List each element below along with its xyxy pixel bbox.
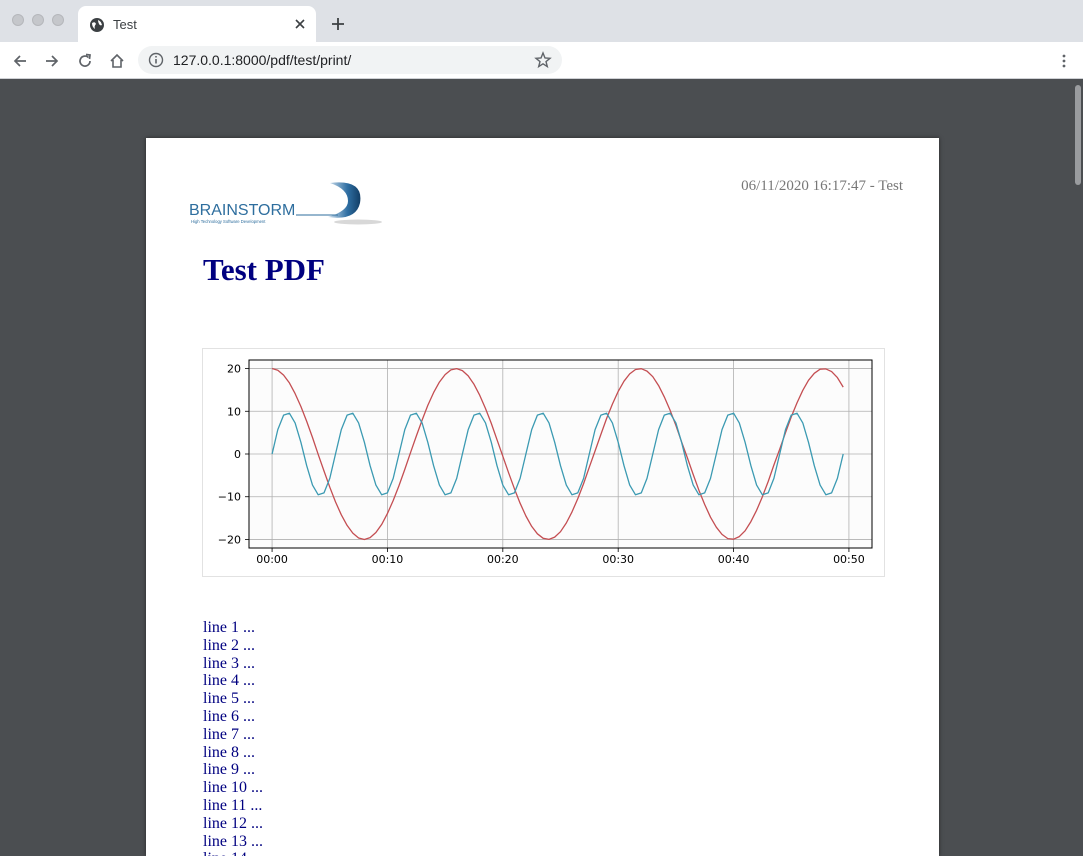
tab-strip: Test	[0, 0, 1083, 42]
text-line: line 9 ...	[203, 761, 255, 779]
window-close-button[interactable]	[12, 14, 24, 26]
y-tick-label: −10	[218, 491, 241, 504]
x-tick-label: 00:40	[718, 553, 750, 566]
text-line: line 13 ...	[203, 832, 263, 850]
text-line: line 14 ...	[203, 850, 263, 856]
address-bar[interactable]: 127.0.0.1:8000/pdf/test/print/	[138, 46, 562, 74]
new-tab-icon[interactable]	[330, 16, 346, 32]
browser-toolbar: 127.0.0.1:8000/pdf/test/print/	[0, 42, 1083, 79]
brainstorm-logo: BRAINSTORM High Technology Software Deve…	[189, 182, 382, 225]
forward-arrow-icon[interactable]	[43, 52, 61, 70]
logo-wordmark: BRAINSTORM	[189, 202, 295, 219]
text-line: line 5 ...	[203, 690, 255, 708]
line-chart: 00:00 00:10 00:20 00:30 00:40 00:50 20 10 0 −10 −2…	[218, 359, 873, 566]
text-lines: line 1 ... line 2 ... line 3 ... line 4 ...…	[203, 619, 263, 856]
tab-title: Test	[113, 17, 137, 32]
scrollbar[interactable]	[1072, 79, 1083, 856]
y-tick-label: 0	[234, 448, 241, 461]
more-menu-icon[interactable]	[1056, 52, 1072, 70]
text-line: line 7 ...	[203, 725, 255, 743]
pdf-page: BRAINSTORM High Technology Software Deve…	[146, 138, 939, 856]
document-timestamp: 06/11/2020 16:17:47 - Test	[741, 178, 903, 194]
scrollbar-thumb[interactable]	[1075, 85, 1081, 185]
text-line: line 10 ...	[203, 779, 263, 797]
bookmark-star-icon[interactable]	[534, 51, 552, 69]
logo-tagline: High Technology Software Development	[191, 219, 266, 224]
chart-container: 00:00 00:10 00:20 00:30 00:40 00:50 20 10 0 −10 −2…	[202, 348, 885, 577]
text-line: line 4 ...	[203, 672, 255, 690]
text-line: line 1 ...	[203, 619, 255, 636]
page-title: Test PDF	[203, 252, 325, 287]
browser-tab[interactable]: Test	[78, 6, 316, 42]
x-tick-label: 00:50	[833, 553, 865, 566]
text-line: line 8 ...	[203, 743, 255, 761]
y-tick-label: −20	[218, 533, 241, 546]
home-icon[interactable]	[108, 52, 126, 70]
y-tick-label: 10	[227, 405, 241, 418]
text-line: line 3 ...	[203, 654, 255, 672]
x-tick-label: 00:10	[372, 553, 404, 566]
window-minimize-button[interactable]	[32, 14, 44, 26]
text-line: line 12 ...	[203, 814, 263, 832]
x-tick-label: 00:00	[256, 553, 288, 566]
x-tick-label: 00:20	[487, 553, 519, 566]
close-icon[interactable]	[293, 17, 307, 31]
reload-icon[interactable]	[76, 52, 94, 70]
url-text: 127.0.0.1:8000/pdf/test/print/	[173, 52, 352, 68]
x-tick-label: 00:30	[602, 553, 634, 566]
back-arrow-icon[interactable]	[11, 52, 29, 70]
window-zoom-button[interactable]	[52, 14, 64, 26]
text-line: line 6 ...	[203, 707, 255, 725]
info-icon[interactable]	[148, 52, 164, 68]
text-line: line 2 ...	[203, 636, 255, 654]
y-tick-label: 20	[227, 363, 241, 376]
globe-icon	[90, 18, 104, 32]
text-line: line 11 ...	[203, 796, 263, 814]
